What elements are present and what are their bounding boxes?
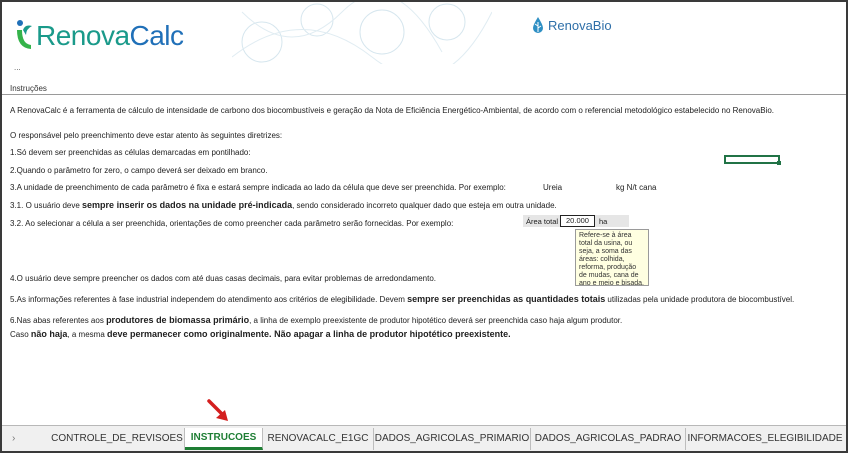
tab-controle-de-revisoes[interactable]: CONTROLE_DE_REVISOES xyxy=(50,428,185,450)
responsible-paragraph: O responsável pelo preenchimento deve es… xyxy=(10,131,283,140)
section-title: Instruções xyxy=(10,84,47,93)
guideline-item-6: 6.Nas abas referentes aos produtores de … xyxy=(10,315,622,325)
renovacalc-logo: RenovaCalc xyxy=(14,18,184,54)
item6-text-bold: produtores de biomassa primário xyxy=(106,315,250,325)
guideline-item-2: 2.Quando o parâmetro for zero, o campo d… xyxy=(10,166,268,175)
guideline-item-3-2: 3.2. Ao selecionar a célula a ser preenc… xyxy=(10,219,454,228)
guideline-item-3-1: 3.1. O usuário deve sempre inserir os da… xyxy=(10,200,557,210)
example-parameter-name: Ureia xyxy=(543,183,563,192)
guideline-item-1: 1.Só devem ser preenchidas as células de… xyxy=(10,148,251,157)
item31-text-a: 3.1. O usuário deve xyxy=(10,201,83,210)
item7-text-bold-2: deve permanecer como originalmente. xyxy=(107,329,272,339)
sheet-tab-bar: › CONTROLE_DE_REVISOES INSTRUCOES RENOVA… xyxy=(2,425,846,451)
item6-text-c: , a linha de exemplo preexistente de pro… xyxy=(249,316,623,325)
renovacalc-logo-text: RenovaCalc xyxy=(36,20,184,52)
logo-text-calc: Calc xyxy=(129,20,185,51)
intro-paragraph: A RenovaCalc é a ferramenta de cálculo d… xyxy=(10,106,775,115)
item6-text-a: 6.Nas abas referentes aos xyxy=(10,316,107,325)
section-divider xyxy=(2,94,846,95)
guideline-item-5: 5.As informações referentes à fase indus… xyxy=(10,294,794,304)
co2-watermark-decoration xyxy=(232,2,492,64)
example-area-field: Área total 20.000 ha xyxy=(523,215,629,227)
header-banner: RenovaCalc RenovaBio xyxy=(2,2,846,64)
tab-informacoes-elegibilidade[interactable]: INFORMACOES_ELEGIBILIDADE xyxy=(686,428,844,450)
example-parameter-unit: kg N/t cana xyxy=(616,183,657,192)
guideline-item-4: 4.O usuário deve sempre preencher os dad… xyxy=(10,274,437,283)
tab-renovacalc-e1gc[interactable]: RENOVACALC_E1GC xyxy=(263,428,374,450)
renovabio-logo: RenovaBio xyxy=(532,16,612,34)
item5-text-a: 5.As informações referentes à fase indus… xyxy=(10,295,408,304)
example-area-input[interactable]: 20.000 xyxy=(560,215,595,227)
tab-scroll-right-icon[interactable]: › xyxy=(12,433,15,444)
renovacalc-logo-icon xyxy=(17,20,32,49)
guideline-item-7: Caso não haja, a mesma deve permanecer c… xyxy=(10,329,511,339)
item31-text-bold: sempre inserir os dados na unidade pré-i… xyxy=(82,200,293,210)
input-help-tooltip: Refere-se à área total da usina, ou seja… xyxy=(575,229,649,287)
red-arrow-pointer-icon xyxy=(207,399,228,421)
item31-text-c: , sendo considerado incorreto qualquer d… xyxy=(292,201,557,210)
guideline-item-3: 3.A unidade de preenchimento de cada par… xyxy=(10,183,506,192)
tab-dados-agricolas-padrao[interactable]: DADOS_AGRICOLAS_PADRAO xyxy=(531,428,686,450)
tab-instrucoes[interactable]: INSTRUCOES xyxy=(185,428,263,450)
dots-text: ... xyxy=(14,63,21,72)
selected-cell[interactable] xyxy=(724,155,781,165)
item7-text-bold-3: Não apagar a linha de produtor hipotétic… xyxy=(271,329,511,339)
item7-text-c: , a mesma xyxy=(67,330,107,339)
item7-text-a: Caso xyxy=(10,330,31,339)
spreadsheet-window: RenovaCalc RenovaBio ... Instruções A Re… xyxy=(0,0,848,453)
example-area-unit: ha xyxy=(599,217,608,226)
item7-text-bold-1: não haja xyxy=(30,329,68,339)
example-area-label: Área total xyxy=(526,217,559,226)
logo-text-renova: Renova xyxy=(36,20,130,51)
tab-dados-agricolas-primario[interactable]: DADOS_AGRICOLAS_PRIMARIO xyxy=(374,428,531,450)
water-drop-icon xyxy=(533,17,543,33)
item5-text-bold: sempre ser preenchidas as quantidades to… xyxy=(407,294,606,304)
item5-text-c: utilizadas pela unidade produtora de bio… xyxy=(605,295,795,304)
renovabio-logo-text: RenovaBio xyxy=(548,17,612,33)
